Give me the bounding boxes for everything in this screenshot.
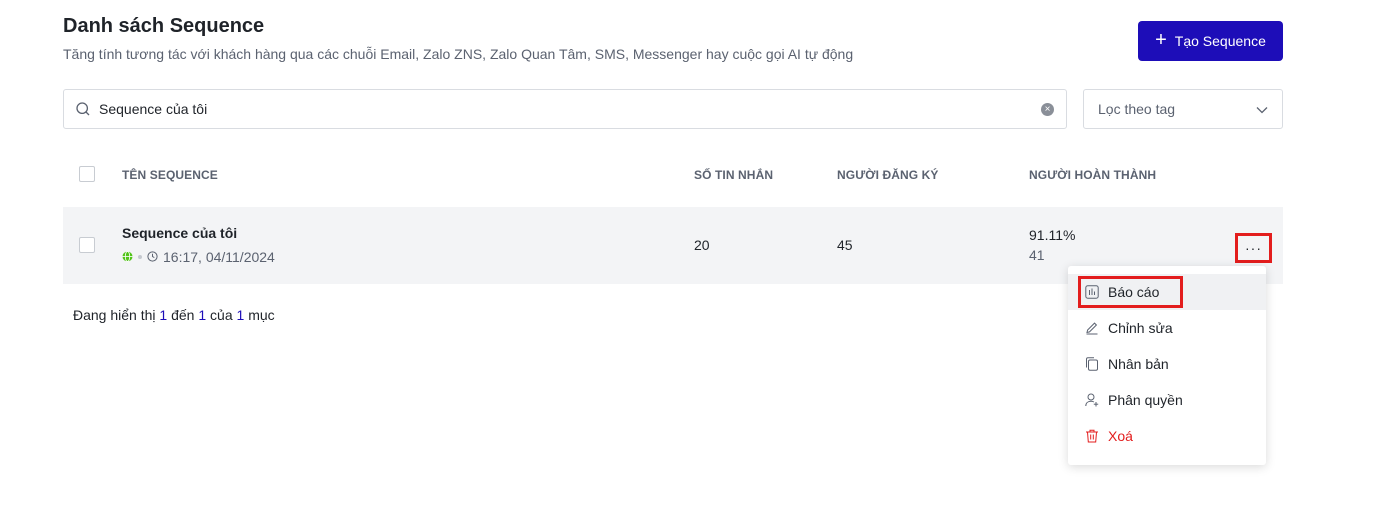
user-plus-icon: [1085, 393, 1099, 407]
globe-icon: [122, 249, 133, 265]
completed-count: 41: [1029, 247, 1045, 263]
clear-search-icon[interactable]: ×: [1041, 102, 1054, 116]
column-header-name[interactable]: TÊN SEQUENCE: [122, 168, 218, 182]
column-header-messages[interactable]: SỐ TIN NHẮN: [694, 168, 773, 182]
plus-icon: +: [1155, 29, 1167, 51]
page-title: Danh sách Sequence: [63, 15, 265, 37]
table-header: TÊN SEQUENCE SỐ TIN NHẮN NGƯỜI ĐĂNG KÝ N…: [63, 155, 1283, 195]
pagination-info: Đang hiển thị 1 đến 1 của 1 mục: [73, 307, 275, 323]
subscribers-count: 45: [837, 237, 853, 253]
menu-item-label: Chỉnh sửa: [1108, 320, 1173, 336]
pagination-total: 1: [236, 307, 245, 323]
menu-item-edit[interactable]: Chỉnh sửa: [1068, 310, 1266, 346]
tag-filter-select[interactable]: Lọc theo tag: [1083, 89, 1283, 129]
clock-icon: [147, 249, 158, 265]
chevron-down-icon: [1256, 101, 1268, 117]
pagination-of-word: của: [210, 307, 233, 323]
sequence-datetime: 16:17, 04/11/2024: [163, 249, 275, 265]
menu-item-label: Báo cáo: [1108, 284, 1160, 300]
search-field[interactable]: ×: [63, 89, 1067, 129]
menu-item-permissions[interactable]: Phân quyền: [1068, 382, 1266, 418]
actions-menu: Báo cáo Chỉnh sửa Nhân bản Phân quyền Xo…: [1068, 266, 1266, 465]
create-sequence-label: Tạo Sequence: [1174, 33, 1266, 49]
column-header-subscribers[interactable]: NGƯỜI ĐĂNG KÝ: [837, 168, 939, 182]
column-header-completed[interactable]: NGƯỜI HOÀN THÀNH: [1029, 168, 1156, 182]
select-all-checkbox[interactable]: [79, 166, 95, 182]
pagination-to: 1: [198, 307, 207, 323]
create-sequence-button[interactable]: + Tạo Sequence: [1138, 21, 1283, 61]
more-icon: ···: [1245, 240, 1262, 256]
menu-item-report[interactable]: Báo cáo: [1068, 274, 1266, 310]
pagination-to-word: đến: [171, 307, 195, 323]
pagination-prefix: Đang hiển thị: [73, 307, 156, 323]
menu-item-label: Xoá: [1108, 428, 1133, 444]
menu-item-label: Phân quyền: [1108, 392, 1183, 408]
pagination-suffix: mục: [248, 307, 275, 323]
pagination-from: 1: [159, 307, 168, 323]
search-icon: [76, 102, 90, 116]
menu-item-label: Nhân bản: [1108, 356, 1169, 372]
messages-count: 20: [694, 237, 710, 253]
more-actions-button[interactable]: ···: [1235, 233, 1272, 263]
edit-icon: [1085, 321, 1099, 335]
sequence-name[interactable]: Sequence của tôi: [122, 225, 237, 241]
menu-item-delete[interactable]: Xoá: [1068, 418, 1266, 454]
page-subtitle: Tăng tính tương tác với khách hàng qua c…: [63, 46, 854, 62]
completed-percent: 91.11%: [1029, 227, 1076, 243]
trash-icon: [1085, 429, 1099, 443]
copy-icon: [1085, 357, 1099, 371]
chart-icon: [1085, 285, 1099, 299]
row-checkbox[interactable]: [79, 237, 95, 253]
separator-dot: [138, 255, 142, 259]
search-input[interactable]: [99, 101, 1041, 117]
tag-filter-label: Lọc theo tag: [1098, 101, 1176, 117]
sequence-meta: 16:17, 04/11/2024: [122, 249, 275, 265]
menu-item-duplicate[interactable]: Nhân bản: [1068, 346, 1266, 382]
